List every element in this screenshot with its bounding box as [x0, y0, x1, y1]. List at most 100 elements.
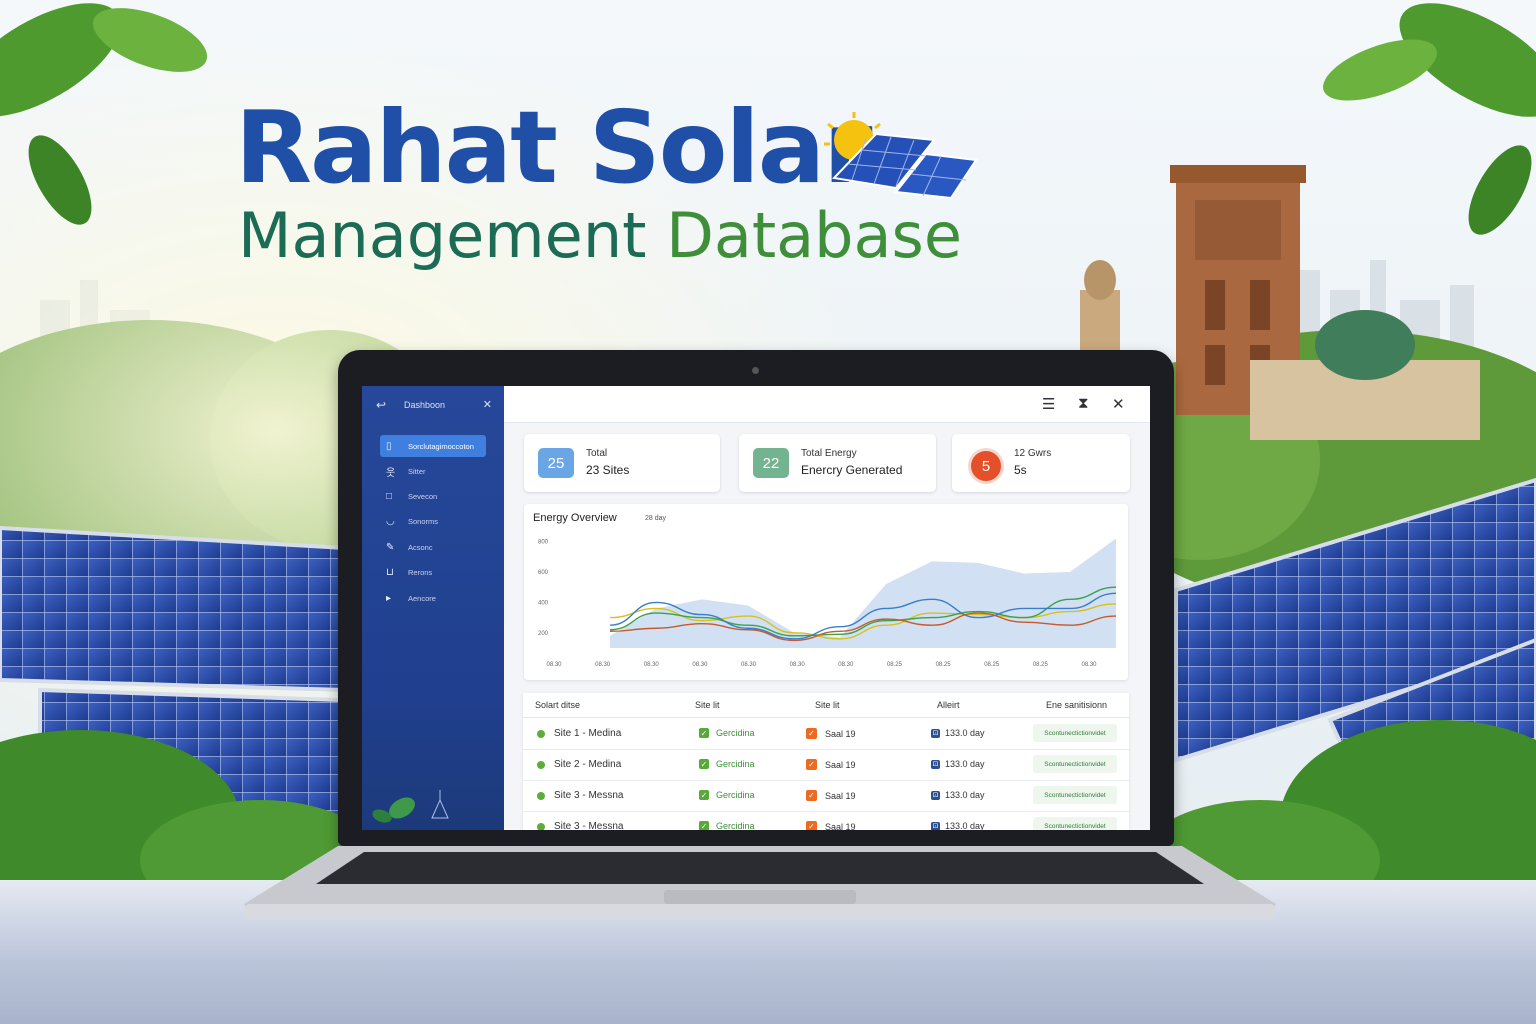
x-tick-label: 08.30: [595, 662, 611, 668]
shield-icon: ◡: [386, 515, 395, 527]
check-icon: ✓: [699, 759, 709, 769]
sidebar-item-label: Sonorms: [408, 516, 439, 526]
stat-value: Enercry Generated: [801, 463, 903, 477]
dashboard-icon: ▯: [386, 440, 392, 452]
alert-text: 133.0 day: [945, 759, 985, 769]
status-dot-icon: [537, 760, 545, 769]
site-name: Site 1 - Medina: [554, 728, 622, 739]
alert-cell: ⊡ 133.0 day: [931, 821, 985, 830]
collapse-icon[interactable]: ✕: [483, 398, 492, 411]
sidebar-item-label: Aencore: [408, 593, 436, 603]
square-icon: □: [386, 490, 393, 502]
status-cell: ✓ Gercidina: [699, 759, 755, 769]
info-icon: ⊡: [931, 790, 940, 800]
x-tick-label: 08.30: [644, 662, 660, 668]
sidebar-item-sites[interactable]: 웃 Sitter: [380, 460, 486, 482]
site-cell: Site 3 - Messna: [537, 790, 623, 801]
status-badge[interactable]: Scontunectictionvidet: [1033, 724, 1117, 742]
back-icon[interactable]: ↩: [376, 398, 386, 412]
site-name: Site 3 - Messna: [554, 790, 624, 801]
sidebar-item-label: Sitter: [408, 466, 426, 476]
alert-cell: ⊡ 133.0 day: [931, 790, 985, 800]
table-header: Solart ditse Site lit Site lit Alleirt E…: [523, 693, 1129, 718]
x-tick-label: 08.30: [838, 662, 854, 668]
stat-value: 5s: [1014, 463, 1027, 477]
menu-icon[interactable]: ☰: [1042, 395, 1055, 413]
slot-cell: ✓ Saal 19: [806, 728, 856, 739]
sidebar-item-reports[interactable]: ⊔ Rerons: [380, 561, 486, 583]
table-row[interactable]: Site 1 - Medina ✓ Gercidina ✓ Saal 19 ⊡ 133.0 …: [523, 718, 1129, 750]
stat-label: Total: [586, 448, 608, 459]
dashboard-screen: ↩ Dashboon ✕ ▯ Sorclutagimoccoton 웃 Sitt…: [362, 386, 1150, 830]
subtitle-part2: Database: [666, 199, 962, 272]
info-icon: ⊡: [931, 759, 940, 769]
status-cell: ✓ Gercidina: [699, 790, 755, 800]
status-dot-icon: [537, 791, 545, 800]
hourglass-icon[interactable]: ⧗: [1078, 395, 1089, 412]
sidebar: ↩ Dashboon ✕ ▯ Sorclutagimoccoton 웃 Sitt…: [362, 386, 504, 830]
stat-card-alerts[interactable]: 5 12 Gwrs 5s: [952, 434, 1130, 492]
site-cell: Site 2 - Medina: [537, 759, 621, 770]
user-icon: 웃: [386, 467, 396, 479]
sun-panels-logo-icon: [824, 112, 978, 200]
alert-text: 133.0 day: [945, 821, 985, 830]
status-cell: ✓ Gercidina: [699, 821, 755, 830]
leaf-decoration-icon: [372, 790, 449, 823]
x-tick-label: 08.25: [887, 662, 903, 668]
status-badge[interactable]: Scontunectictionvidet: [1033, 786, 1117, 804]
y-tick-label: 800: [538, 540, 549, 546]
y-tick-label: 200: [538, 631, 549, 637]
slot-text: Saal 19: [825, 821, 856, 831]
stat-card-energy[interactable]: 22 Total Energy Enercry Generated: [739, 434, 936, 492]
check-icon: ✓: [699, 821, 709, 830]
stat-number: 22: [753, 448, 789, 478]
alert-cell: ⊡ 133.0 day: [931, 759, 985, 769]
slot-cell: ✓ Saal 19: [806, 821, 856, 830]
slot-cell: ✓ Saal 19: [806, 759, 856, 770]
edit-icon: ✎: [386, 541, 395, 553]
status-dot-icon: [537, 822, 545, 830]
info-icon: ⊡: [931, 728, 940, 738]
status-text: Gercidina: [716, 759, 755, 769]
column-header: Site lit: [815, 700, 840, 710]
status-text: Gercidina: [716, 728, 755, 738]
y-tick-label: 400: [538, 600, 549, 606]
column-header: Solart ditse: [535, 700, 581, 710]
x-tick-label: 08.30: [741, 662, 757, 668]
alert-cell: ⊡ 133.0 day: [931, 728, 985, 738]
alert-text: 133.0 day: [945, 728, 985, 738]
sidebar-item-sensors[interactable]: ◡ Sonorms: [380, 510, 486, 532]
x-tick-label: 08.30: [692, 662, 708, 668]
check-icon: ✓: [699, 728, 709, 738]
status-badge[interactable]: Scontunectictionvidet: [1033, 817, 1117, 830]
table-row[interactable]: Site 3 - Messna ✓ Gercidina ✓ Saal 19 ⊡ 133.0 …: [523, 811, 1129, 830]
sidebar-item-label: Rerons: [408, 567, 433, 577]
chart-period[interactable]: 28 day: [645, 515, 666, 522]
table-row[interactable]: Site 2 - Medina ✓ Gercidina ✓ Saal 19 ⊡ 133.0 …: [523, 749, 1129, 781]
x-tick-label: 08.25: [936, 662, 952, 668]
close-icon[interactable]: ✕: [1112, 395, 1125, 413]
table-row[interactable]: Site 3 - Messna ✓ Gercidina ✓ Saal 19 ⊡ 133.0 …: [523, 780, 1129, 812]
check-icon: ✓: [699, 790, 709, 800]
column-header: Alleirt: [937, 700, 960, 710]
chart-title: Energy Overview: [533, 512, 617, 524]
sidebar-item-label: Sorclutagimoccoton: [408, 441, 474, 451]
y-tick-label: 600: [538, 570, 549, 576]
webcam-icon: [752, 367, 759, 374]
stat-number: 5: [968, 448, 1004, 484]
sidebar-header: ↩ Dashboon ✕: [376, 398, 492, 412]
stat-value: 23 Sites: [586, 463, 630, 477]
app-name: Dashboon: [404, 400, 446, 410]
stat-card-sites[interactable]: 25 Total 23 Sites: [524, 434, 720, 492]
slot-text: Saal 19: [825, 790, 856, 801]
sidebar-item-label: Acsonc: [408, 542, 433, 552]
status-badge[interactable]: Scontunectictionvidet: [1033, 755, 1117, 773]
sidebar-item-devices[interactable]: □ Sevecon: [380, 485, 486, 507]
column-header: Ene sanitisionn: [1046, 700, 1108, 710]
site-cell: Site 1 - Medina: [537, 728, 621, 739]
slot-text: Saal 19: [825, 728, 856, 739]
column-header: Site lit: [695, 700, 720, 710]
sidebar-item-dashboard[interactable]: ▯ Sorclutagimoccoton: [380, 435, 486, 457]
sidebar-item-advanced[interactable]: ▸ Aencore: [380, 587, 486, 609]
sidebar-item-actions[interactable]: ✎ Acsonc: [380, 536, 486, 558]
